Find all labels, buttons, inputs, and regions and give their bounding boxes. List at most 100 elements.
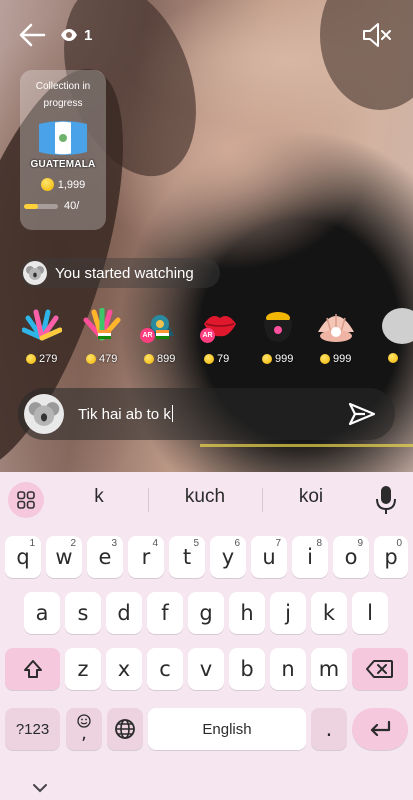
divider	[262, 488, 263, 512]
shift-icon	[23, 660, 42, 678]
gift-price-value: 999	[275, 353, 294, 365]
progress-text: 40/	[64, 200, 80, 212]
collection-coins-value: 1,999	[57, 178, 86, 191]
key-label: y	[221, 545, 235, 569]
gold-pot-gift-icon	[264, 312, 292, 342]
suggestion-2[interactable]: kuch	[160, 486, 250, 508]
divider	[148, 488, 149, 512]
key-g[interactable]: g	[188, 592, 224, 634]
enter-key[interactable]	[352, 708, 408, 750]
suggestion-3[interactable]: koi	[266, 486, 356, 508]
gift-item[interactable]: 999	[258, 308, 310, 372]
key-label: r	[141, 545, 151, 569]
coin-icon	[388, 353, 398, 363]
coin-icon	[144, 354, 154, 364]
user-avatar	[24, 394, 64, 434]
text-cursor	[171, 405, 173, 422]
space-key[interactable]: English	[148, 708, 306, 750]
koala-avatar-icon	[26, 266, 44, 280]
key-hint: 0	[396, 538, 402, 549]
key-m[interactable]: m	[311, 648, 347, 690]
key-r[interactable]: r4	[128, 536, 164, 578]
key-y[interactable]: y6	[210, 536, 246, 578]
pearl-shell-gift-icon	[318, 314, 354, 342]
speaker-muted-icon[interactable]	[360, 20, 392, 50]
gift-item[interactable]: 279	[21, 308, 74, 372]
user-avatar	[23, 261, 47, 285]
key-n[interactable]: n	[270, 648, 306, 690]
gift-item[interactable]: 479	[82, 307, 134, 372]
key-hint: 7	[275, 538, 281, 549]
key-f[interactable]: f	[147, 592, 183, 634]
microphone-icon[interactable]	[372, 484, 400, 516]
viewer-count[interactable]: 1	[60, 24, 92, 46]
key-j[interactable]: j	[270, 592, 306, 634]
key-z[interactable]: z	[65, 648, 101, 690]
key-u[interactable]: u7	[251, 536, 287, 578]
back-arrow-icon[interactable]	[18, 22, 46, 48]
gift-price-value: 79	[217, 353, 230, 365]
colorful-burst-gift-icon	[21, 309, 63, 341]
key-k[interactable]: k	[311, 592, 347, 634]
key-e[interactable]: e3	[87, 536, 123, 578]
key-p[interactable]: p0	[374, 536, 408, 578]
key-label: e	[98, 545, 112, 569]
gift-price-value: 479	[99, 353, 118, 365]
shift-key[interactable]	[5, 648, 60, 690]
gift-price: 999	[262, 353, 293, 365]
gift-price: 79	[204, 353, 229, 365]
coin-icon	[262, 354, 272, 364]
coin-icon	[204, 354, 214, 364]
comment-input[interactable]: Tik hai ab to k	[78, 405, 347, 423]
key-d[interactable]: d	[106, 592, 142, 634]
key-v[interactable]: v	[188, 648, 224, 690]
gift-item[interactable]: AR 79	[200, 308, 252, 372]
key-c[interactable]: c	[147, 648, 183, 690]
live-video[interactable]: 1 Collection in progress GUATEMALA 1,999…	[0, 0, 413, 472]
suggestion-1[interactable]: k	[54, 486, 144, 508]
gift-item-partial[interactable]	[374, 308, 413, 372]
period-key[interactable]: .	[311, 708, 347, 750]
grid-icon	[17, 491, 35, 509]
key-w[interactable]: w2	[46, 536, 82, 578]
gift-bar: 279 479 AR 899 AR 79 999 999	[21, 307, 413, 373]
key-x[interactable]: x	[106, 648, 142, 690]
ar-badge: AR	[140, 328, 155, 343]
india-flag-icon	[98, 330, 111, 339]
key-hint: 2	[70, 538, 76, 549]
key-a[interactable]: a	[24, 592, 60, 634]
key-i[interactable]: i8	[292, 536, 328, 578]
language-key[interactable]	[107, 708, 143, 750]
collection-title: Collection in	[35, 81, 91, 92]
gift-item[interactable]: 999	[316, 308, 368, 372]
key-label: o	[344, 545, 358, 569]
key-t[interactable]: t5	[169, 536, 205, 578]
key-hint: 3	[111, 538, 117, 549]
key-s[interactable]: s	[65, 592, 101, 634]
key-hint: 4	[152, 538, 158, 549]
comma-key[interactable]: ,	[66, 708, 102, 750]
gift-price-value: 899	[157, 353, 176, 365]
send-icon[interactable]	[347, 399, 377, 429]
chevron-down-icon[interactable]	[32, 782, 48, 794]
watch-notification: You started watching	[20, 258, 220, 288]
keyboard-apps-button[interactable]	[8, 482, 44, 518]
gift-price	[388, 353, 398, 363]
comment-bar: Tik hai ab to k	[18, 388, 395, 440]
progress-bar	[24, 203, 58, 209]
gift-item[interactable]: AR 899	[140, 308, 192, 372]
watch-message: You started watching	[55, 264, 194, 282]
backspace-key[interactable]	[352, 648, 408, 690]
key-b[interactable]: b	[229, 648, 265, 690]
symbols-key[interactable]: ?123	[5, 708, 60, 750]
key-hint: 8	[316, 538, 322, 549]
gift-price: 899	[144, 353, 175, 365]
key-l[interactable]: l	[352, 592, 388, 634]
collection-coins: 1,999	[20, 178, 106, 191]
key-q[interactable]: q1	[5, 536, 41, 578]
key-o[interactable]: o9	[333, 536, 369, 578]
key-h[interactable]: h	[229, 592, 265, 634]
key-hint: 9	[357, 538, 363, 549]
collection-progress-card[interactable]: Collection in progress GUATEMALA 1,999 4…	[20, 70, 106, 230]
gift-price: 999	[320, 353, 351, 365]
